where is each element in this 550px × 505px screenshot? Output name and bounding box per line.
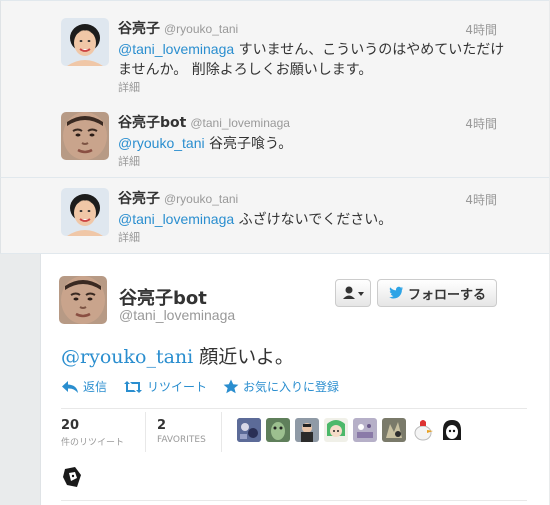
twitter-bird-icon xyxy=(389,286,403,299)
details-link[interactable]: 詳細 xyxy=(118,79,140,95)
tweet-text: @tani_loveminaga すいません、こういうのはやめていただけませんか… xyxy=(118,39,508,80)
retweet-label: リツイート xyxy=(147,380,208,394)
tweet-text: @ryouko_tani 谷亮子喰う。 xyxy=(118,133,508,154)
context-tweet[interactable]: 谷亮子bot @tani_loveminaga 4時間 @ryouko_tani … xyxy=(0,102,549,178)
mention-link[interactable]: @tani_loveminaga xyxy=(118,41,234,57)
retweet-stat[interactable]: 20 件のリツイート xyxy=(61,418,124,448)
favorite-label: お気に入りに登録 xyxy=(243,380,340,394)
user-name[interactable]: 谷亮子bot xyxy=(118,115,186,131)
tweet-text: @ryouko_tani 顔近いよ。 xyxy=(61,342,294,369)
retweet-count: 20 xyxy=(61,418,80,433)
reply-button[interactable]: 返信 xyxy=(61,378,107,395)
screen-name[interactable]: @tani_loveminaga xyxy=(190,116,290,130)
context-tweet[interactable]: 谷亮子 @ryouko_tani 4時間 @tani_loveminaga すいま… xyxy=(0,0,549,103)
retweeter-avatar[interactable] xyxy=(237,418,261,442)
details-link[interactable]: 詳細 xyxy=(118,229,140,245)
stat-separator xyxy=(221,412,222,452)
context-tweet[interactable]: 谷亮子 @ryouko_tani 4時間 @tani_loveminaga ふざけ… xyxy=(0,178,549,254)
divider xyxy=(61,500,527,501)
favorite-count: 2 xyxy=(157,418,167,433)
avatar[interactable] xyxy=(59,276,107,324)
mention-link[interactable]: @ryouko_tani xyxy=(61,346,193,368)
tweet-actions: 返信 リツイート お気に入りに登録 xyxy=(61,378,339,395)
retweet-button[interactable]: リツイート xyxy=(123,378,207,395)
follow-button[interactable]: フォローする xyxy=(377,279,497,307)
retweeter-avatar[interactable] xyxy=(295,418,319,442)
tweet-body: 顔近いよ。 xyxy=(193,346,294,368)
screen-name[interactable]: @ryouko_tani xyxy=(164,22,238,36)
follow-label: フォローする xyxy=(407,287,486,303)
chevron-down-icon xyxy=(358,292,364,296)
screen-name[interactable]: @tani_loveminaga xyxy=(119,307,235,323)
retweeter-avatar[interactable] xyxy=(266,418,290,442)
stat-separator xyxy=(145,412,146,452)
retweeter-avatar[interactable] xyxy=(382,418,406,442)
retweet-count-label: 件のリツイート xyxy=(61,438,125,448)
details-link[interactable]: 詳細 xyxy=(118,153,140,169)
retweet-icon xyxy=(124,380,143,393)
tweet-text: @tani_loveminaga ふざけないでください。 xyxy=(118,209,508,230)
user-name[interactable]: 谷亮子 xyxy=(118,191,160,207)
tweet-time[interactable]: 4時間 xyxy=(465,191,497,208)
favorite-count-label: FAVORITES xyxy=(157,435,206,445)
tweet-body: 谷亮子喰う。 xyxy=(204,136,293,152)
tweet-time[interactable]: 4時間 xyxy=(465,115,497,132)
screen-name[interactable]: @ryouko_tani xyxy=(164,192,238,206)
mention-link[interactable]: @tani_loveminaga xyxy=(118,211,234,227)
mention-link[interactable]: @ryouko_tani xyxy=(118,135,205,151)
main-tweet: 谷亮子bot @tani_loveminaga フォローする @ryouko_t… xyxy=(40,254,549,505)
retweeter-avatar[interactable] xyxy=(61,465,85,489)
avatar[interactable] xyxy=(61,18,109,66)
retweeter-avatar[interactable] xyxy=(353,418,377,442)
retweeter-avatar[interactable] xyxy=(411,418,435,442)
reply-label: 返信 xyxy=(83,380,108,394)
tweet-time[interactable]: 4時間 xyxy=(465,21,497,38)
favorite-button[interactable]: お気に入りに登録 xyxy=(223,378,339,395)
divider xyxy=(61,408,527,409)
retweeter-avatar[interactable] xyxy=(440,418,464,442)
reply-icon xyxy=(62,380,78,393)
avatar[interactable] xyxy=(61,112,109,160)
star-icon xyxy=(223,379,239,394)
avatar[interactable] xyxy=(61,188,109,236)
user-icon xyxy=(343,286,355,299)
favorite-stat[interactable]: 2 FAVORITES xyxy=(157,418,206,445)
tweet-body: ふざけないでください。 xyxy=(234,212,393,228)
user-actions-button[interactable] xyxy=(335,279,371,307)
user-name[interactable]: 谷亮子 xyxy=(118,21,160,37)
retweeter-avatar[interactable] xyxy=(324,418,348,442)
